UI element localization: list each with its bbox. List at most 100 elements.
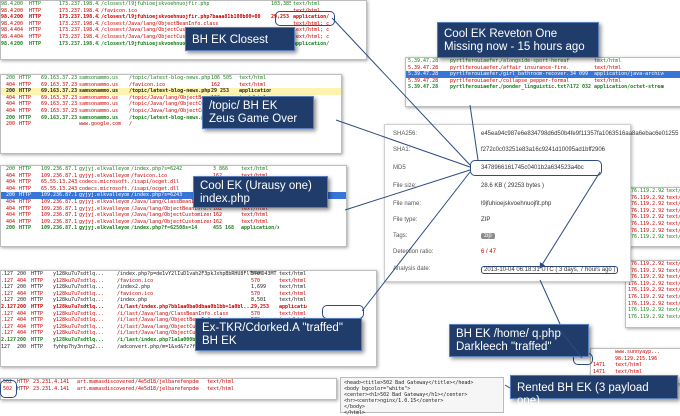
packet-cell: /4e5d18/jelbarefenpdedtnspuss/nia... xyxy=(135,379,199,385)
packet-cell: HTTP xyxy=(19,107,32,114)
packet-row[interactable]: 5.39.47.28 pyrtlferouiaefer.h.../girl_bat… xyxy=(406,71,680,78)
packet-cell: HTTP xyxy=(31,343,44,350)
packet-row[interactable]: 176.119.2.92text/html xyxy=(626,287,680,294)
packet-cell: gyjyj.elkvalleyomaha... xyxy=(79,205,129,212)
packet-row[interactable]: 98.42200HTTP173.237.198.42/closest/l9jfu… xyxy=(1,1,366,8)
packet-row[interactable]: 5.39.47.28 pyrtlferouiaefer.h.../alongsid… xyxy=(406,58,680,65)
packet-cell: /affair_insurance-fire.js xyxy=(500,64,570,71)
packet-cell: 109.236.87.154 xyxy=(41,198,77,205)
packet-cell: y128ku7u7sdtlq... xyxy=(53,336,105,343)
packet-row[interactable]: 176.119.2.92text/html xyxy=(626,195,680,202)
packet-row[interactable]: 98.42200HTTP173.237.198.42/closest/l9jfu… xyxy=(1,41,366,48)
packet-cell: text/html xyxy=(666,234,680,241)
packet-cell: 173.237.198.42 xyxy=(59,40,99,47)
packet-cell: text/html xyxy=(666,227,680,234)
packet-cell: 404 xyxy=(14,27,24,34)
packet-row[interactable]: .127 404 HTTP y128ku7u7sdtlq.../favicon.ico… xyxy=(1,278,376,285)
packet-cell: 176.119.2.92 xyxy=(628,207,665,214)
packet-cell: 176.119.2.92 xyxy=(628,220,665,227)
packet-cell: HTTP xyxy=(19,205,32,212)
packet-row[interactable]: 2.127 200 HTTP y128ku7u7sdtlq.../i/last/ind… xyxy=(1,304,376,311)
packet-row[interactable]: 176.119.2.92text/html xyxy=(626,307,680,314)
virustotal-report: SHA256: e45ea94c987e6e834798d6d50b4fe9f11… xyxy=(384,124,678,282)
packet-row[interactable]: 5.39.47.28 pyrtlferouiaefer.h.../ponder_l… xyxy=(406,84,680,91)
packet-row[interactable]: 5.39.47.28 pyrtlferouiaefer.h.../affair_i… xyxy=(406,65,680,72)
packet-cell: 69.163.37.234 xyxy=(41,75,77,81)
packet-row[interactable]: 176.119.2.92text/html xyxy=(626,268,680,275)
packet-row[interactable]: 502HTTP23.231.4.141art.mamasdiscovered.i… xyxy=(1,386,336,393)
packet-row[interactable]: 200HTTP 109.236.87.154gyjyj.elkvalleyomah… xyxy=(1,166,346,173)
packet-cell: 200 xyxy=(6,88,16,95)
packet-cell: 162 xyxy=(211,81,221,88)
packet-cell: art.mamasdiscovered.in xyxy=(77,379,135,385)
packet-cell: gyjyj.elkvalleyomaha... xyxy=(79,218,129,225)
packet-cell: /topic/latest-blog-news.php?... xyxy=(129,88,211,95)
packet-cell: HTTP xyxy=(29,20,42,27)
packet-cell: text/html xyxy=(239,81,267,88)
packet-row[interactable]: 98.42404HTTP173.237.198.42/closest/Java/… xyxy=(1,27,366,34)
packet-row[interactable]: 200 HTTP 69.163.37.234 samsonammo.us/topic/… xyxy=(1,88,341,95)
callout-reveton: Cool EK Reveton One Missing now - 15 hour… xyxy=(437,22,599,58)
packet-row[interactable]: 5.39.47.28 pyrtlferouiaefer.h.../collapse… xyxy=(406,78,680,85)
packet-row[interactable]: .127 200 HTTP y128ku7u7sdtlq.../index.php 8,… xyxy=(1,297,376,304)
packet-cell: 404 xyxy=(6,101,16,108)
packet-cell: 200 xyxy=(14,1,24,7)
packet-cell: application/java-archive xyxy=(239,88,271,95)
packet-row[interactable]: 176.119.2.92text/html xyxy=(626,201,680,208)
packet-cell: text/html xyxy=(666,194,680,201)
packet-row[interactable]: 176.119.2.92text/html xyxy=(626,228,680,235)
packet-cell: HTTP xyxy=(19,179,32,186)
packet-row[interactable]: 176.119.2.92text/html xyxy=(626,188,680,195)
packet-cell: 65.55.13.243 xyxy=(41,185,77,192)
packet-row[interactable]: 176.119.2.92text/html xyxy=(626,301,680,308)
packet-row[interactable]: .127 200 HTTP y128ku7u7sdtlq.../index2.php 1… xyxy=(1,284,376,291)
packet-cell: .127 xyxy=(1,317,14,324)
packet-cell: 570 xyxy=(251,277,261,284)
packet-row[interactable]: .127 404 HTTP y128ku7u7sdtlq.../favicon.ico… xyxy=(1,291,376,298)
packet-row[interactable]: 98.42404HTTP173.237.198.42/closest/Java/… xyxy=(1,34,366,41)
packet-cell: 404 xyxy=(6,185,16,192)
packet-cell: /alongside-sport-hereafter_process... xyxy=(500,58,570,64)
packet-row[interactable]: 404HTTP 109.236.87.154gyjyj.elkvalleyomah… xyxy=(1,219,346,226)
packet-row[interactable]: 176.119.2.92text/html xyxy=(626,221,680,228)
packet-cell: 404 xyxy=(6,179,16,186)
packet-cell: 176.119.2.92 xyxy=(628,293,665,300)
packet-row[interactable]: 404 HTTP 69.163.37.234 samsonammo.us/favico… xyxy=(1,82,341,89)
packet-row[interactable]: 176.119.2.92text/html xyxy=(626,274,680,281)
packet-row[interactable]: 176.119.2.92text/html xyxy=(626,261,680,268)
packet-row[interactable]: 176.119.2.92text/html xyxy=(626,208,680,215)
packet-cell: 176.119.2.92 xyxy=(628,274,665,281)
packet-cell: HTTP xyxy=(19,212,32,219)
packet-row[interactable]: .127 200 HTTP y128ku7u7sdtlq.../index.php?p… xyxy=(1,271,376,278)
packet-cell: application/octet-stream xyxy=(594,84,664,91)
packet-cell: 200 xyxy=(14,20,24,27)
packet-row[interactable]: 1471 text/html xyxy=(591,362,680,369)
packet-row[interactable]: 176.119.2.92text/html xyxy=(626,314,680,321)
packet-cell: samsonammo.us xyxy=(79,81,119,88)
packet-row[interactable]: 502HTTP23.231.4.141art.mamasdiscovered.i… xyxy=(1,379,336,386)
packet-cell: 98.42 xyxy=(1,7,13,14)
packet-row[interactable]: 176.119.2.92text/html xyxy=(626,281,680,288)
packet-cell: text/html xyxy=(207,379,235,385)
packet-cell: www.sunnyayp... xyxy=(615,349,661,355)
packet-row[interactable]: 176.119.2.92text/html xyxy=(626,294,680,301)
packet-row[interactable]: .127 404 HTTP y128ku7u7sdtlq.../i/last/Java… xyxy=(1,311,376,318)
packet-cell: pyrtlferouiaefer.h... xyxy=(450,71,500,78)
ring-size-rented xyxy=(0,380,17,398)
packet-cell: 200 xyxy=(14,40,24,47)
packet-row[interactable]: 98.129.215.196 xyxy=(591,356,680,363)
packet-cell: y128ku7u7sdtlq... xyxy=(53,310,105,317)
packet-row[interactable]: 176.119.2.92text/html xyxy=(626,214,680,221)
packet-cell: 176.119.2.92 xyxy=(628,280,665,287)
packet-row[interactable]: 176.119.2.92text/html xyxy=(626,234,680,241)
packet-row[interactable]: www.sunnyayp... xyxy=(591,349,680,356)
packet-row[interactable]: 200 HTTP 69.163.37.234 samsonammo.us/topic/… xyxy=(1,75,341,82)
packet-cell: .127 xyxy=(1,323,14,330)
packet-cell: HTTP xyxy=(31,323,44,330)
packet-row[interactable]: 200HTTP 109.236.87.154gyjyj.elkvalleyomah… xyxy=(1,225,346,232)
packet-cell: y128ku7u7sdtlq... xyxy=(53,290,105,297)
packet-row[interactable]: 404HTTP 109.236.87.154gyjyj.elkvalleyomah… xyxy=(1,212,346,219)
packet-cell: application/x-msdownl... xyxy=(293,40,329,47)
packet-cell: /girl_bathroom-recover.jar xyxy=(500,71,570,78)
packet-cell: /collapse_pepper-formal.jar xyxy=(500,77,570,84)
